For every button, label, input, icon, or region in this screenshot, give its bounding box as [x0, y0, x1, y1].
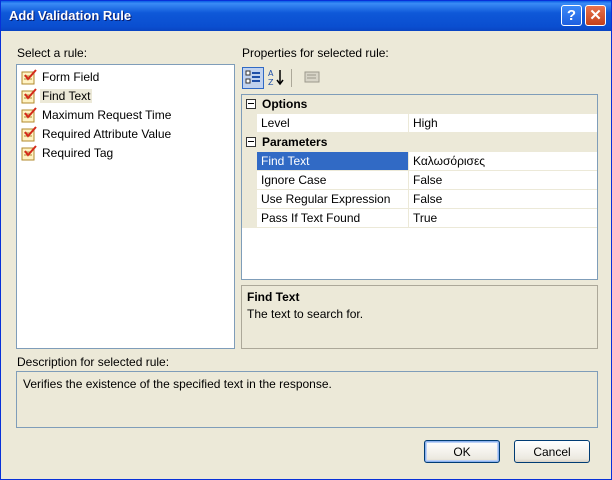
property-name: Find Text	[257, 152, 409, 170]
rule-item-label: Find Text	[40, 89, 93, 103]
category-label: Parameters	[262, 135, 328, 149]
row-gutter	[242, 209, 257, 228]
cancel-button[interactable]: Cancel	[514, 440, 590, 463]
close-button[interactable]: ✕	[585, 5, 606, 26]
category-label: Options	[262, 97, 308, 111]
dialog-window: Add Validation Rule ? ✕ Select a rule: F…	[0, 0, 612, 480]
svg-text:Z: Z	[268, 78, 274, 86]
rule-check-icon	[21, 88, 37, 104]
category-parameters[interactable]: Parameters	[242, 133, 597, 152]
property-row-ignore-case[interactable]: Ignore Case False	[242, 171, 597, 190]
property-value[interactable]: True	[410, 209, 437, 225]
description-label: Description for selected rule:	[17, 355, 170, 369]
rule-item-label: Required Tag	[42, 146, 114, 160]
help-title: Find Text	[247, 290, 300, 304]
rule-item-required-tag[interactable]: Required Tag	[21, 144, 115, 162]
help-text: The text to search for.	[247, 307, 364, 321]
svg-text:A: A	[268, 69, 274, 78]
property-value[interactable]: High	[410, 114, 438, 130]
rule-item-find-text[interactable]: Find Text	[21, 87, 93, 105]
window-title: Add Validation Rule	[9, 8, 132, 23]
rule-item-required-attribute-value[interactable]: Required Attribute Value	[21, 125, 173, 143]
rule-item-maximum-request-time[interactable]: Maximum Request Time	[21, 106, 173, 124]
property-value[interactable]: False	[410, 171, 442, 187]
property-name: Pass If Text Found	[257, 209, 409, 227]
property-help-pane: Find Text The text to search for.	[241, 285, 598, 349]
property-row-pass-if-text-found[interactable]: Pass If Text Found True	[242, 209, 597, 228]
row-gutter	[242, 171, 257, 190]
property-pages-icon	[304, 69, 320, 88]
properties-label: Properties for selected rule:	[242, 46, 389, 60]
row-gutter	[242, 190, 257, 209]
property-row-find-text[interactable]: Find Text Καλωσόρισες	[242, 152, 597, 171]
description-box: Verifies the existence of the specified …	[16, 371, 598, 428]
row-gutter	[242, 152, 257, 171]
property-name: Use Regular Expression	[257, 190, 409, 208]
title-bar[interactable]: Add Validation Rule ? ✕	[1, 1, 611, 31]
rule-check-icon	[21, 69, 37, 85]
property-pages-button[interactable]	[301, 67, 323, 89]
rule-item-label: Form Field	[42, 70, 100, 84]
rule-check-icon	[21, 126, 37, 142]
property-row-level[interactable]: Level High	[242, 114, 597, 133]
categorized-button[interactable]	[242, 67, 264, 89]
collapse-toggle-icon[interactable]	[246, 99, 256, 109]
category-options[interactable]: Options	[242, 95, 597, 114]
property-toolbar: AZ	[241, 65, 598, 91]
rule-check-icon	[21, 145, 37, 161]
categorized-icon	[245, 69, 261, 88]
select-rule-label: Select a rule:	[17, 46, 88, 60]
property-row-use-regular-expression[interactable]: Use Regular Expression False	[242, 190, 597, 209]
property-value[interactable]: Καλωσόρισες	[410, 152, 485, 168]
rule-check-icon	[21, 107, 37, 123]
rule-item-form-field[interactable]: Form Field	[21, 68, 101, 86]
alphabetical-icon: AZ	[267, 68, 285, 89]
toolbar-separator	[291, 69, 292, 87]
row-gutter	[242, 114, 257, 133]
help-button[interactable]: ?	[561, 5, 582, 26]
collapse-toggle-icon[interactable]	[246, 137, 256, 147]
property-name: Level	[257, 114, 409, 132]
description-text: Verifies the existence of the specified …	[23, 377, 332, 391]
property-grid[interactable]: Options Level High Parameters Find Text …	[241, 94, 598, 280]
property-name: Ignore Case	[257, 171, 409, 189]
rule-item-label: Maximum Request Time	[42, 108, 172, 122]
property-value[interactable]: False	[410, 190, 442, 206]
alphabetical-button[interactable]: AZ	[265, 67, 287, 89]
rule-item-label: Required Attribute Value	[42, 127, 172, 141]
rules-list[interactable]: Form Field Find Text Maximum Request Tim…	[16, 64, 235, 349]
ok-button[interactable]: OK	[424, 440, 500, 463]
